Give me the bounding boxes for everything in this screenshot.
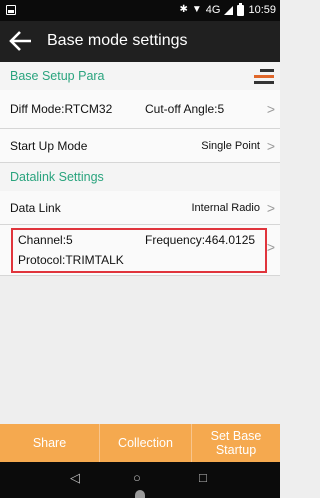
bluetooth-icon: ✱: [179, 4, 188, 15]
collection-button[interactable]: Collection: [100, 424, 192, 462]
network-type: 4G: [205, 4, 221, 16]
set-base-label-line2: Startup: [215, 443, 257, 457]
startup-mode-row[interactable]: Start Up Mode Single Point >: [0, 129, 280, 163]
startup-mode-value: Single Point: [201, 139, 260, 152]
recents-square-icon[interactable]: □: [199, 470, 207, 485]
drag-handle-icon: [135, 490, 145, 498]
action-bar: Share Collection Set Base Startup: [0, 424, 280, 462]
cutoff-angle-label: Cut-off Angle:5: [145, 102, 225, 116]
data-link-row[interactable]: Data Link Internal Radio >: [0, 191, 280, 225]
collection-button-label: Collection: [118, 436, 173, 450]
set-base-startup-button[interactable]: Set Base Startup: [192, 424, 280, 462]
signal-icon: [224, 5, 234, 15]
data-link-label: Data Link: [10, 200, 61, 215]
clock: 10:59: [248, 4, 276, 16]
set-base-label-line1: Set Base: [210, 429, 262, 443]
back-triangle-icon[interactable]: ◁: [70, 470, 80, 486]
share-button-label: Share: [32, 436, 67, 450]
home-circle-icon[interactable]: ○: [133, 470, 141, 485]
radio-settings-row[interactable]: Channel:5 Frequency:464.0125 Protocol:TR…: [0, 225, 280, 276]
back-arrow-icon[interactable]: [9, 30, 33, 52]
wifi-icon: ▼: [191, 4, 202, 15]
chevron-right-icon: >: [266, 101, 275, 117]
app-bar: Base mode settings: [0, 21, 280, 62]
section-header-base-setup: Base Setup Para: [0, 62, 280, 90]
channel-label: Channel:5: [18, 233, 73, 247]
section-header-datalink: Datalink Settings: [0, 163, 280, 191]
section-title: Datalink Settings: [10, 170, 104, 184]
image-icon: [6, 5, 16, 15]
section-title: Base Setup Para: [10, 69, 105, 83]
protocol-label: Protocol:TRIMTALK: [18, 253, 124, 267]
startup-mode-label: Start Up Mode: [10, 138, 88, 153]
chevron-right-icon: >: [266, 199, 275, 216]
diff-mode-label: Diff Mode:RTCM32: [10, 102, 113, 116]
chevron-right-icon: >: [266, 239, 275, 255]
battery-icon: [237, 2, 245, 16]
chevron-right-icon: >: [266, 137, 275, 154]
share-button[interactable]: Share: [0, 424, 100, 462]
data-link-value: Internal Radio: [191, 201, 261, 214]
status-bar: ✱ ▼ 4G 10:59: [0, 0, 280, 21]
system-nav-bar: ◁ ○ □: [0, 462, 280, 498]
menu-list-icon[interactable]: [254, 68, 274, 86]
page-title: Base mode settings: [47, 32, 188, 49]
frequency-label: Frequency:464.0125: [145, 233, 256, 247]
diff-mode-row[interactable]: Diff Mode:RTCM32 Cut-off Angle:5 >: [0, 90, 280, 129]
